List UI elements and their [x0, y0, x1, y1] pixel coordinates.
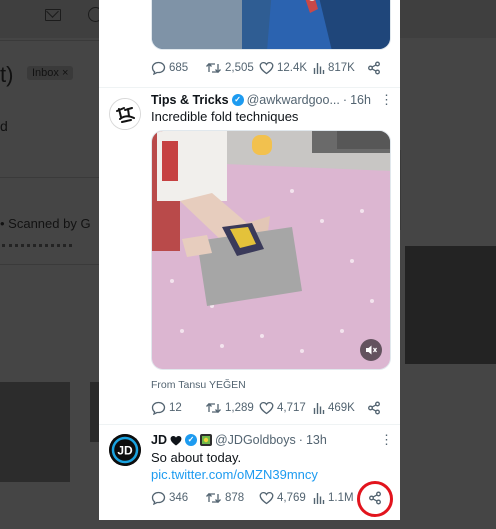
share-highlight-circle — [357, 481, 393, 517]
view-count: 817K — [328, 62, 355, 74]
views-button[interactable]: 817K — [313, 61, 355, 75]
share-button[interactable] — [367, 61, 381, 75]
scanned-by-text: • Scanned by G — [0, 216, 91, 231]
tweet-actions: 685 2,505 12.4K 817K — [151, 61, 390, 77]
author-name[interactable]: JD — [151, 433, 167, 447]
views-button[interactable]: 1.1M — [313, 491, 354, 505]
background-divider — [0, 264, 100, 265]
mute-button[interactable] — [360, 339, 382, 361]
retweet-button[interactable]: 878 — [205, 491, 244, 505]
reply-icon — [151, 61, 166, 75]
tweet-video[interactable] — [151, 130, 391, 370]
tweet-video-thumbnail[interactable] — [151, 0, 391, 50]
reply-button[interactable]: 685 — [151, 61, 188, 75]
more-icon[interactable]: ⋮ — [380, 432, 393, 448]
author-handle[interactable]: @JDGoldboys — [215, 433, 296, 447]
retweet-button[interactable]: 2,505 — [205, 61, 254, 75]
tips-tricks-logo-icon — [110, 99, 140, 129]
tweet-actions: 12 1,289 4,717 469K — [151, 401, 390, 417]
separator-dot: · — [298, 433, 303, 447]
tweet-header: JD ✓ @JDGoldboys · 13h — [151, 432, 390, 448]
retweet-icon — [206, 62, 221, 74]
like-icon — [259, 491, 274, 505]
view-count: 1.1M — [328, 492, 354, 504]
mute-icon — [366, 345, 377, 355]
reply-button[interactable]: 346 — [151, 491, 188, 505]
like-button[interactable]: 4,769 — [259, 491, 306, 505]
share-button[interactable] — [367, 401, 381, 415]
background-title: t) — [0, 62, 14, 87]
media-credit[interactable]: From Tansu YEĞEN — [151, 379, 246, 391]
share-icon — [368, 61, 380, 75]
retweet-button[interactable]: 1,289 — [205, 401, 254, 415]
background-image — [0, 382, 70, 482]
tweet-timeline-panel[interactable]: 685 2,505 12.4K 817K Tips & Tricks ✓ @aw… — [99, 0, 400, 520]
tweet-item[interactable]: 685 2,505 12.4K 817K — [99, 0, 400, 88]
tweet-text: So about today. pic.twitter.com/oMZN39mn… — [151, 449, 390, 483]
background-text: d — [0, 118, 8, 134]
share-icon — [368, 401, 380, 415]
like-icon — [259, 401, 274, 415]
like-button[interactable]: 12.4K — [259, 61, 307, 75]
tweet-item[interactable]: Tips & Tricks ✓ @awkwardgoo... · 16h ⋮ I… — [99, 88, 400, 425]
retweet-icon — [206, 492, 221, 504]
retweet-count: 1,289 — [225, 402, 254, 414]
views-button[interactable]: 469K — [313, 401, 355, 415]
background-divider — [400, 150, 401, 230]
jd-logo-icon: JD — [109, 434, 141, 466]
tweet-text-body: So about today. — [151, 450, 242, 465]
tweet-time[interactable]: 13h — [306, 433, 327, 447]
tweet-text: Incredible fold techniques — [151, 109, 299, 124]
svg-text:JD: JD — [117, 444, 133, 458]
like-icon — [259, 61, 274, 75]
video-frame — [152, 131, 390, 369]
affiliate-badge-icon — [199, 434, 212, 446]
retweet-count: 878 — [225, 492, 245, 504]
avatar[interactable]: JD — [109, 434, 141, 466]
mail-icon — [45, 9, 61, 21]
background-dots — [2, 244, 72, 250]
like-count: 12.4K — [277, 62, 308, 74]
tweet-item[interactable]: JD JD ✓ @JDGoldboys · 13h ⋮ So about tod… — [99, 425, 400, 520]
separator-dot: · — [342, 93, 348, 107]
reply-count: 346 — [169, 492, 189, 504]
views-icon — [313, 403, 325, 414]
reply-icon — [151, 491, 166, 505]
author-name[interactable]: Tips & Tricks — [151, 93, 229, 107]
verified-badge-icon: ✓ — [231, 94, 244, 106]
background-email-panel — [0, 40, 104, 178]
like-count: 4,769 — [277, 492, 306, 504]
avatar[interactable] — [109, 98, 141, 130]
like-count: 4,717 — [277, 402, 306, 414]
tweet-actions: 346 878 4,769 1.1M — [151, 491, 390, 507]
views-icon — [313, 493, 325, 504]
more-icon[interactable]: ⋮ — [380, 92, 393, 108]
reply-icon — [151, 401, 166, 415]
author-handle[interactable]: @awkwardgoo... — [247, 93, 340, 107]
tweet-header: Tips & Tricks ✓ @awkwardgoo... · 16h — [151, 92, 390, 108]
reply-count: 685 — [169, 62, 189, 74]
view-count: 469K — [328, 402, 355, 414]
heart-emoji-icon — [170, 435, 182, 445]
reply-count: 12 — [169, 402, 182, 414]
video-frame — [152, 0, 390, 49]
background-card — [405, 246, 496, 364]
retweet-icon — [206, 402, 221, 414]
tweet-link[interactable]: pic.twitter.com/oMZN39mncy — [151, 467, 318, 482]
retweet-count: 2,505 — [225, 62, 254, 74]
views-icon — [313, 63, 325, 74]
like-button[interactable]: 4,717 — [259, 401, 306, 415]
inbox-label-chip: Inbox × — [27, 66, 74, 80]
verified-badge-icon: ✓ — [184, 434, 197, 446]
tweet-time[interactable]: 16h — [350, 93, 371, 107]
reply-button[interactable]: 12 — [151, 401, 182, 415]
